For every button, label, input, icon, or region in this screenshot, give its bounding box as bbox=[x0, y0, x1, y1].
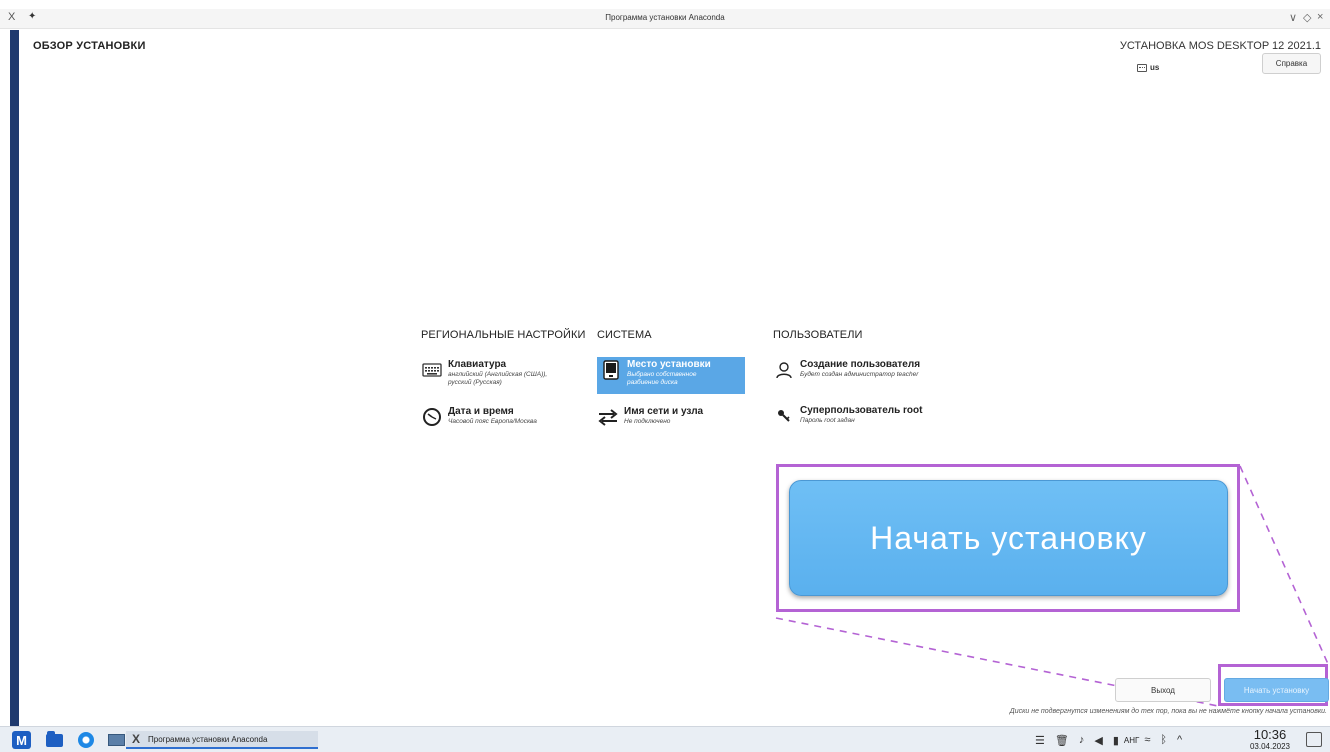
volume-icon[interactable]: ◀ bbox=[1094, 734, 1102, 747]
tray-expand-icon[interactable]: ^ bbox=[1177, 734, 1182, 746]
maximize-icon[interactable]: ◇ bbox=[1303, 11, 1311, 24]
taskbar: M X Программа установки Anaconda ☰ 🗑 ♪ ◀… bbox=[0, 726, 1330, 752]
spoke-root[interactable]: Суперпользователь root Пароль root задан bbox=[773, 405, 943, 427]
window-title: Программа установки Anaconda bbox=[605, 13, 725, 22]
key-icon bbox=[773, 405, 795, 427]
sidebar-strip bbox=[10, 30, 19, 726]
start-menu-button[interactable]: M bbox=[12, 731, 31, 749]
trash-icon[interactable]: 🗑 bbox=[1055, 734, 1069, 747]
folder-icon bbox=[45, 730, 63, 747]
callout-begin-installation-button: Начать установку bbox=[789, 480, 1228, 596]
spoke-keyboard[interactable]: Клавиатура английский (Английская (США))… bbox=[421, 359, 591, 387]
spoke-user-name: Создание пользователя bbox=[800, 359, 921, 370]
screen: X ✦ Программа установки Anaconda ∨ ◇ × О… bbox=[0, 0, 1330, 752]
taskbar-window-anaconda[interactable]: X Программа установки Anaconda bbox=[126, 731, 318, 749]
clock[interactable]: 10:36 03.04.2023 bbox=[1240, 727, 1300, 752]
spoke-root-status: Пароль root задан bbox=[800, 417, 855, 424]
spoke-keyboard-status: английский (Английская (США)), русский (… bbox=[448, 371, 548, 386]
minimize-icon[interactable]: ∨ bbox=[1289, 11, 1297, 24]
notification-center-button[interactable] bbox=[1306, 732, 1322, 747]
spoke-datetime-status: Часовой пояс Европа/Москва bbox=[448, 418, 537, 425]
clock-time: 10:36 bbox=[1253, 727, 1287, 742]
spoke-keyboard-name: Клавиатура bbox=[448, 359, 507, 370]
system-tray: ☰ 🗑 ♪ ◀ ▮ АНГ ≈ ᛒ ^ bbox=[1030, 727, 1187, 752]
keyboard-layout-indicator[interactable]: us bbox=[1137, 63, 1159, 72]
begin-installation-button[interactable]: Начать установку bbox=[1224, 678, 1329, 702]
keyboard-layout-label: us bbox=[1150, 63, 1160, 72]
browser-button[interactable] bbox=[76, 731, 96, 749]
spoke-datetime[interactable]: Дата и время Часовой пояс Европа/Москва bbox=[421, 406, 591, 428]
browser-icon bbox=[78, 732, 94, 748]
keyboard-icon bbox=[421, 359, 443, 381]
bluetooth-icon[interactable]: ᛒ bbox=[1160, 734, 1167, 746]
usb-icon[interactable]: ▮ bbox=[1113, 734, 1119, 747]
spoke-storage-name: Место установки bbox=[627, 359, 711, 370]
show-desktop-button[interactable] bbox=[106, 731, 126, 749]
taskbar-window-label: Программа установки Anaconda bbox=[148, 734, 268, 744]
help-button[interactable]: Справка bbox=[1262, 53, 1321, 74]
category-localization: РЕГИОНАЛЬНЫЕ НАСТРОЙКИ bbox=[421, 329, 586, 341]
anaconda-app-icon: X bbox=[132, 732, 141, 746]
spoke-datetime-name: Дата и время bbox=[448, 406, 514, 417]
window-titlebar: X ✦ Программа установки Anaconda ∨ ◇ × bbox=[0, 9, 1330, 29]
clock-date: 03.04.2023 bbox=[1249, 742, 1291, 751]
keyboard-language[interactable]: АНГ bbox=[1124, 736, 1139, 745]
clock-icon bbox=[421, 406, 443, 428]
keyboard-icon bbox=[1137, 63, 1147, 72]
category-system: СИСТЕМА bbox=[597, 329, 652, 341]
page-title: ОБЗОР УСТАНОВКИ bbox=[33, 40, 146, 52]
spoke-user[interactable]: Создание пользователя Будет создан админ… bbox=[773, 359, 943, 381]
user-icon bbox=[773, 359, 795, 381]
desktop-icon bbox=[107, 734, 125, 746]
spoke-network[interactable]: Имя сети и узла Не подключено bbox=[597, 406, 757, 428]
spoke-root-name: Суперпользователь root bbox=[800, 405, 923, 416]
quit-button[interactable]: Выход bbox=[1115, 678, 1211, 702]
spoke-network-status: Не подключено bbox=[624, 418, 671, 425]
category-users: ПОЛЬЗОВАТЕЛИ bbox=[773, 329, 863, 341]
close-icon[interactable]: × bbox=[1317, 11, 1323, 23]
file-manager-button[interactable] bbox=[44, 730, 64, 749]
notifications-icon[interactable]: ♪ bbox=[1079, 734, 1085, 746]
disk-icon bbox=[600, 359, 622, 381]
spoke-storage-status: Выбрано собственное разбиение диска bbox=[627, 371, 697, 386]
spoke-user-status: Будет создан администратор teacher bbox=[800, 371, 919, 378]
network-arrows-icon bbox=[597, 406, 619, 428]
spoke-network-name: Имя сети и узла bbox=[624, 406, 704, 417]
spoke-storage[interactable]: Место установки Выбрано собственное разб… bbox=[597, 357, 745, 394]
product-title: УСТАНОВКА MOS DESKTOP 12 2021.1 bbox=[1119, 40, 1321, 52]
wifi-icon[interactable]: ≈ bbox=[1144, 734, 1150, 746]
settings-sliders-icon[interactable]: ☰ bbox=[1035, 734, 1045, 747]
warning-text: Диски не подвергнутся изменениям до тех … bbox=[1009, 708, 1327, 715]
